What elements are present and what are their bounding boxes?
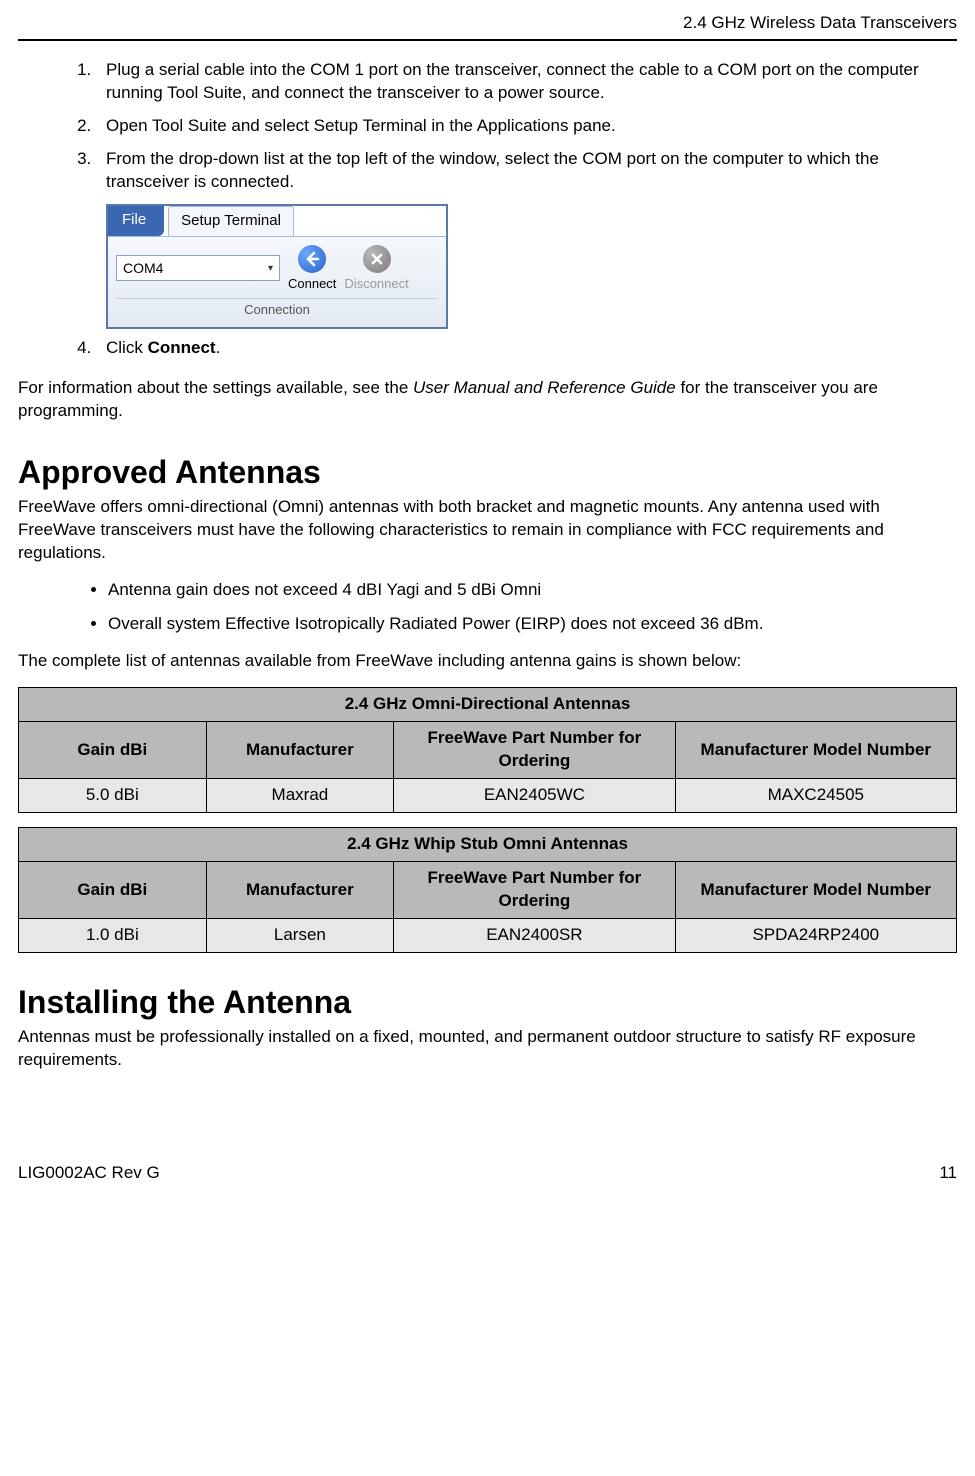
header-rule (18, 39, 957, 41)
disconnect-icon (363, 245, 391, 273)
steps-list-cont: Click Connect. (18, 337, 957, 360)
table2-h1: Manufacturer (206, 862, 394, 919)
connection-group-label: Connection (116, 298, 438, 319)
table1-title: 2.4 GHz Omni-Directional Antennas (19, 688, 957, 722)
file-menu[interactable]: File (108, 206, 164, 236)
table1-h0: Gain dBi (19, 722, 207, 779)
table2-title: 2.4 GHz Whip Stub Omni Antennas (19, 828, 957, 862)
table1-h3: Manufacturer Model Number (675, 722, 956, 779)
step-4-suffix: . (216, 338, 221, 357)
table2-r0c0: 1.0 dBi (19, 918, 207, 952)
app-screenshot: File Setup Terminal COM4 ▾ Connect (106, 204, 957, 329)
connect-icon (298, 245, 326, 273)
com-port-dropdown[interactable]: COM4 ▾ (116, 255, 280, 281)
table-row: 1.0 dBi Larsen EAN2400SR SPDA24RP2400 (19, 918, 957, 952)
app-body: COM4 ▾ Connect Disconnect Connection (108, 236, 446, 327)
page-header-title: 2.4 GHz Wireless Data Transceivers (18, 12, 957, 39)
table1-r0c3: MAXC24505 (675, 779, 956, 813)
settings-note: For information about the settings avail… (18, 377, 957, 423)
app-window: File Setup Terminal COM4 ▾ Connect (106, 204, 448, 329)
table-row: 5.0 dBi Maxrad EAN2405WC MAXC24505 (19, 779, 957, 813)
step-4-bold: Connect (148, 338, 216, 357)
connect-button[interactable]: Connect (288, 245, 336, 293)
table2-h3: Manufacturer Model Number (675, 862, 956, 919)
footer-doc-id: LIG0002AC Rev G (18, 1162, 160, 1185)
table2-h2: FreeWave Part Number for Ordering (394, 862, 675, 919)
steps-list: Plug a serial cable into the COM 1 port … (18, 59, 957, 194)
table2-r0c2: EAN2400SR (394, 918, 675, 952)
table-omni-directional: 2.4 GHz Omni-Directional Antennas Gain d… (18, 687, 957, 813)
requirements-list: Antenna gain does not exceed 4 dBI Yagi … (18, 579, 957, 637)
table1-r0c0: 5.0 dBi (19, 779, 207, 813)
disconnect-label: Disconnect (344, 275, 408, 293)
step-1: Plug a serial cable into the COM 1 port … (96, 59, 957, 105)
footer-page-number: 11 (939, 1162, 957, 1185)
heading-approved-antennas: Approved Antennas (18, 451, 957, 494)
tab-setup-terminal[interactable]: Setup Terminal (168, 206, 294, 236)
antenna-list-intro: The complete list of antennas available … (18, 650, 957, 673)
chevron-down-icon: ▾ (268, 262, 273, 276)
table2-h0: Gain dBi (19, 862, 207, 919)
step-4-prefix: Click (106, 338, 148, 357)
heading-installing-antenna: Installing the Antenna (18, 981, 957, 1024)
table-whip-stub: 2.4 GHz Whip Stub Omni Antennas Gain dBi… (18, 827, 957, 953)
step-3: From the drop-down list at the top left … (96, 148, 957, 194)
app-menubar: File Setup Terminal (108, 206, 446, 236)
bullet-gain: Antenna gain does not exceed 4 dBI Yagi … (108, 579, 957, 602)
table2-r0c3: SPDA24RP2400 (675, 918, 956, 952)
com-port-value: COM4 (123, 259, 163, 278)
note-prefix: For information about the settings avail… (18, 378, 413, 397)
table1-r0c2: EAN2405WC (394, 779, 675, 813)
table2-r0c1: Larsen (206, 918, 394, 952)
note-italic: User Manual and Reference Guide (413, 378, 676, 397)
table1-h1: Manufacturer (206, 722, 394, 779)
disconnect-button: Disconnect (344, 245, 408, 293)
connect-label: Connect (288, 275, 336, 293)
step-4: Click Connect. (96, 337, 957, 360)
table1-r0c1: Maxrad (206, 779, 394, 813)
approved-intro: FreeWave offers omni-directional (Omni) … (18, 496, 957, 565)
table1-h2: FreeWave Part Number for Ordering (394, 722, 675, 779)
bullet-eirp: Overall system Effective Isotropically R… (108, 613, 957, 636)
page-footer: LIG0002AC Rev G 11 (18, 1162, 957, 1185)
installing-text: Antennas must be professionally installe… (18, 1026, 957, 1072)
step-2: Open Tool Suite and select Setup Termina… (96, 115, 957, 138)
